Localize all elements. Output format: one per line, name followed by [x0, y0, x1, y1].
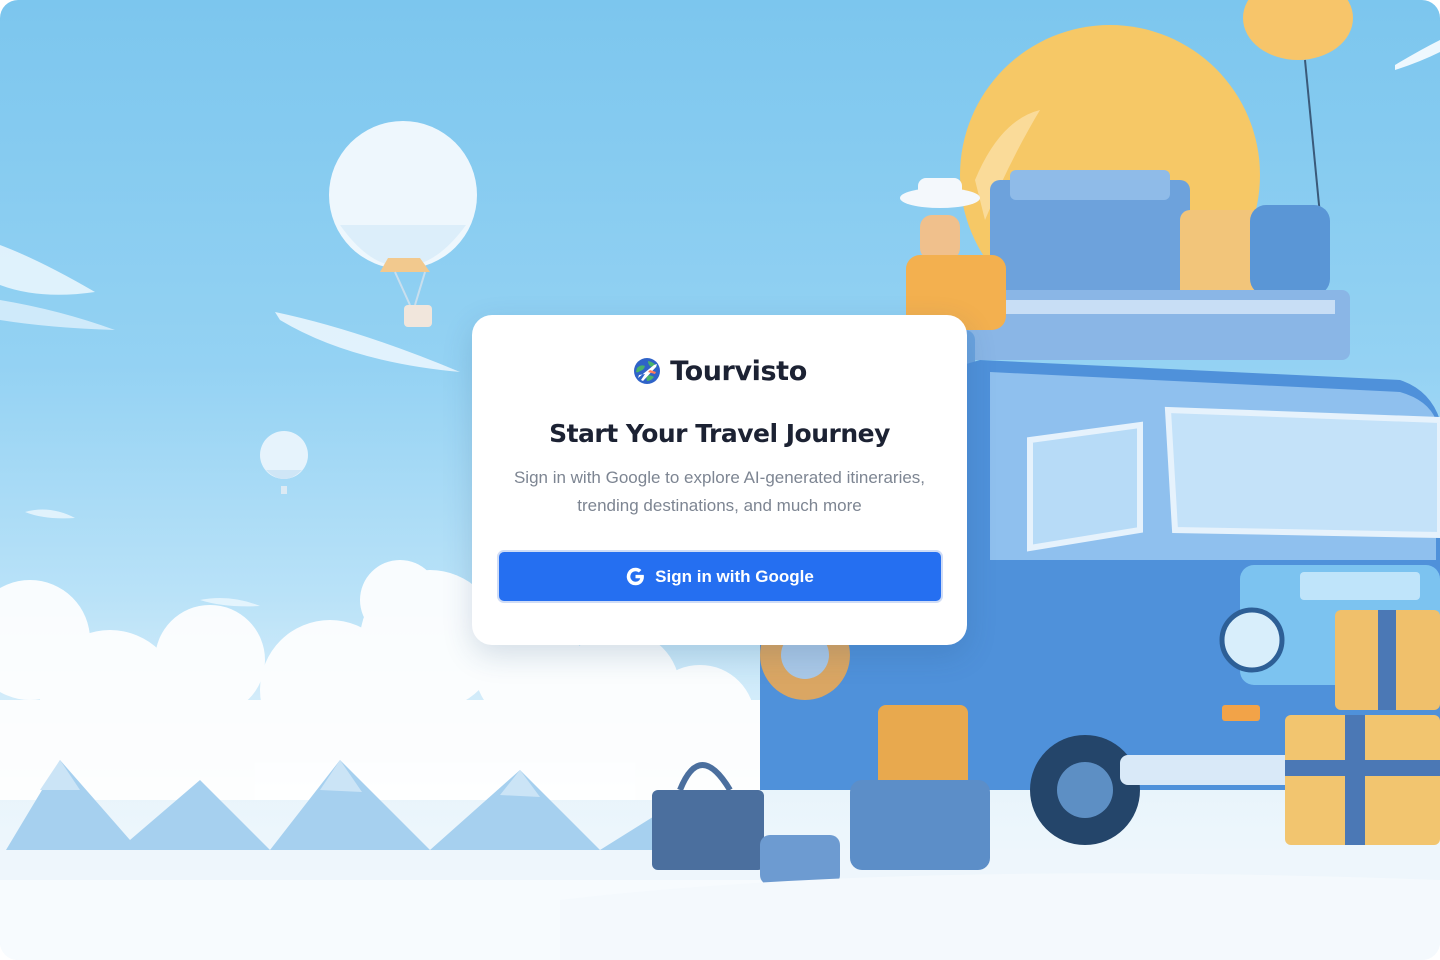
globe-airplane-icon: [634, 358, 661, 384]
page-frame: Tourvisto Start Your Travel Journey Sign…: [0, 0, 1440, 960]
brand-name: Tourvisto: [670, 355, 807, 387]
page-subtitle: Sign in with Google to explore AI-genera…: [513, 468, 926, 515]
google-g-icon: [626, 567, 645, 586]
sign-in-with-google-label: Sign in with Google: [655, 566, 814, 586]
sign-in-card: Tourvisto Start Your Travel Journey Sign…: [472, 315, 967, 645]
page-title: Start Your Travel Journey: [549, 419, 890, 448]
sign-in-with-google-button[interactable]: Sign in with Google: [496, 550, 943, 603]
brand-header: Tourvisto: [632, 353, 807, 389]
